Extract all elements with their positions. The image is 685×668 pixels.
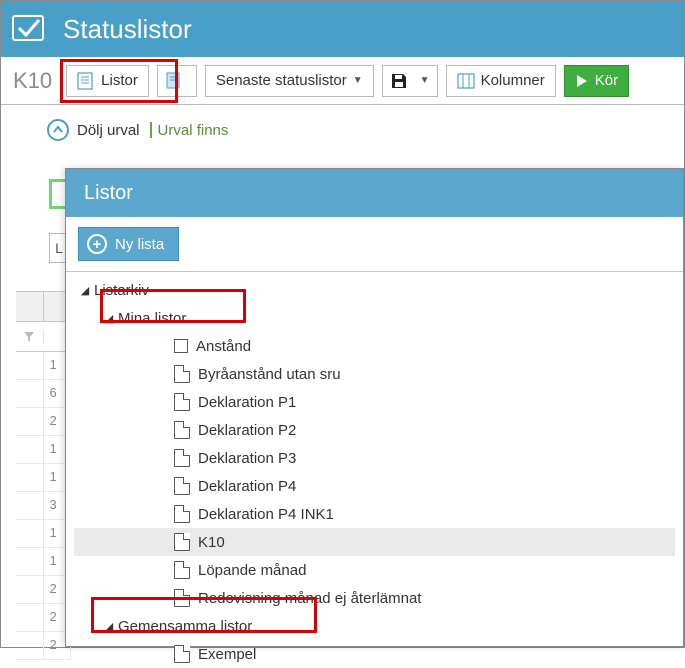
table-row[interactable]: 1 xyxy=(16,520,71,548)
save-icon xyxy=(390,72,408,90)
tree-item-deklaration-p4-ink1[interactable]: ▶Deklaration P4 INK1 xyxy=(74,500,675,528)
listor-label: Listor xyxy=(101,72,138,89)
table-row[interactable]: 1 xyxy=(16,352,71,380)
tree-item-anstånd[interactable]: ▶Anstånd xyxy=(74,332,675,360)
expander-icon[interactable]: ◢ xyxy=(102,312,116,325)
tree-item-label: Byråanstånd utan sru xyxy=(198,366,341,383)
tree-item-label: Deklaration P1 xyxy=(198,394,296,411)
selection-bar: Dölj urval Urval finns xyxy=(1,105,684,155)
list-icon xyxy=(77,72,95,90)
tree-item-deklaration-p3[interactable]: ▶Deklaration P3 xyxy=(74,444,675,472)
table-row[interactable]: 6 xyxy=(16,380,71,408)
columns-button[interactable]: Kolumner xyxy=(446,65,556,97)
toolbar-extra-button[interactable] xyxy=(157,65,197,97)
app-header: Statuslistor xyxy=(1,1,684,57)
popup-title: Listor xyxy=(66,169,683,217)
arrow-up-icon xyxy=(47,119,69,141)
columns-label: Kolumner xyxy=(481,72,545,89)
recent-statuslists-button[interactable]: Senaste statuslistor ▼ xyxy=(205,65,374,97)
recent-label: Senaste statuslistor xyxy=(216,72,347,89)
table-row[interactable]: 1 xyxy=(16,436,71,464)
play-icon xyxy=(575,74,589,88)
tree-item-byråanstånd-utan-sru[interactable]: ▶Byråanstånd utan sru xyxy=(74,360,675,388)
tree-item-k10[interactable]: ▶K10 xyxy=(74,528,675,556)
table-row[interactable]: 2 xyxy=(16,632,71,660)
run-label: Kör xyxy=(595,72,618,89)
tree-item-label: Gemensamma listor xyxy=(118,618,252,635)
table-row[interactable]: 1 xyxy=(16,548,71,576)
document-icon xyxy=(174,421,190,439)
document-icon xyxy=(174,561,190,579)
document-icon xyxy=(174,505,190,523)
document-icon xyxy=(174,365,190,383)
tree-item-label: Deklaration P4 INK1 xyxy=(198,506,334,523)
tree-item-exempel[interactable]: ▶Exempel xyxy=(74,640,675,668)
tree-item-deklaration-p1[interactable]: ▶Deklaration P1 xyxy=(74,388,675,416)
new-list-label: Ny lista xyxy=(115,236,164,253)
expander-icon[interactable]: ◢ xyxy=(78,284,92,297)
columns-icon xyxy=(457,72,475,90)
table-row[interactable]: 3 xyxy=(16,492,71,520)
tree-item-label: Deklaration P2 xyxy=(198,422,296,439)
grid-edge: 16211311222 xyxy=(16,291,71,647)
save-button[interactable]: ▼ xyxy=(382,65,438,97)
tree-item-label: Deklaration P3 xyxy=(198,450,296,467)
tree-item-label: Anstånd xyxy=(196,338,251,355)
check-icon xyxy=(9,8,49,51)
tree-gemensamma-listor[interactable]: ◢Gemensamma listor xyxy=(74,612,675,640)
hide-selection-label: Dölj urval xyxy=(77,122,140,139)
checkbox-icon xyxy=(174,339,188,353)
document-icon xyxy=(174,533,190,551)
tree-item-label: Mina listor xyxy=(118,310,186,327)
listor-popup: Listor + Ny lista ◢Listarkiv◢Mina listor… xyxy=(65,168,684,647)
tree-item-label: K10 xyxy=(198,534,225,551)
tree-item-löpande-månad[interactable]: ▶Löpande månad xyxy=(74,556,675,584)
tree-item-label: Exempel xyxy=(198,646,256,663)
document-icon xyxy=(165,72,183,90)
tree-mina-listor[interactable]: ◢Mina listor xyxy=(74,304,675,332)
plus-icon: + xyxy=(87,234,107,254)
new-list-button[interactable]: + Ny lista xyxy=(78,227,179,261)
tree-item-deklaration-p2[interactable]: ▶Deklaration P2 xyxy=(74,416,675,444)
table-row[interactable]: 2 xyxy=(16,604,71,632)
context-label: K10 xyxy=(13,68,52,94)
hide-selection-link[interactable]: Dölj urval xyxy=(47,119,140,141)
grid-filter-row xyxy=(16,322,71,352)
tree-root[interactable]: ◢Listarkiv xyxy=(74,276,675,304)
grid-header xyxy=(16,292,71,322)
listor-button[interactable]: Listor xyxy=(66,65,149,97)
selection-exists-label: Urval finns xyxy=(158,122,229,139)
chevron-down-icon: ▼ xyxy=(420,75,430,86)
tree-item-label: Redovisning månad ej återlämnat xyxy=(198,590,421,607)
chevron-down-icon: ▼ xyxy=(353,75,363,86)
popup-toolbar: + Ny lista xyxy=(66,217,683,271)
document-icon xyxy=(174,589,190,607)
run-button[interactable]: Kör xyxy=(564,65,629,97)
table-row[interactable]: 1 xyxy=(16,464,71,492)
selection-exists-indicator: Urval finns xyxy=(150,122,229,139)
tree-item-label: Listarkiv xyxy=(94,282,149,299)
filter-icon[interactable] xyxy=(16,331,44,343)
table-row[interactable]: 2 xyxy=(16,408,71,436)
grid-rows: 16211311222 xyxy=(16,352,71,660)
tree-item-label: Löpande månad xyxy=(198,562,306,579)
tree-item-deklaration-p4[interactable]: ▶Deklaration P4 xyxy=(74,472,675,500)
tree-item-redovisning-månad-ej-återlämnat[interactable]: ▶Redovisning månad ej återlämnat xyxy=(74,584,675,612)
expander-icon[interactable]: ◢ xyxy=(102,620,116,633)
main-toolbar: K10 Listor Senaste statuslistor ▼ ▼ Kolu… xyxy=(1,57,684,105)
table-row[interactable]: 2 xyxy=(16,576,71,604)
page-title: Statuslistor xyxy=(63,14,192,45)
document-icon xyxy=(174,477,190,495)
document-icon xyxy=(174,393,190,411)
list-tree: ◢Listarkiv◢Mina listor▶Anstånd▶Byråanstå… xyxy=(66,271,683,668)
document-icon xyxy=(174,449,190,467)
tree-item-label: Deklaration P4 xyxy=(198,478,296,495)
